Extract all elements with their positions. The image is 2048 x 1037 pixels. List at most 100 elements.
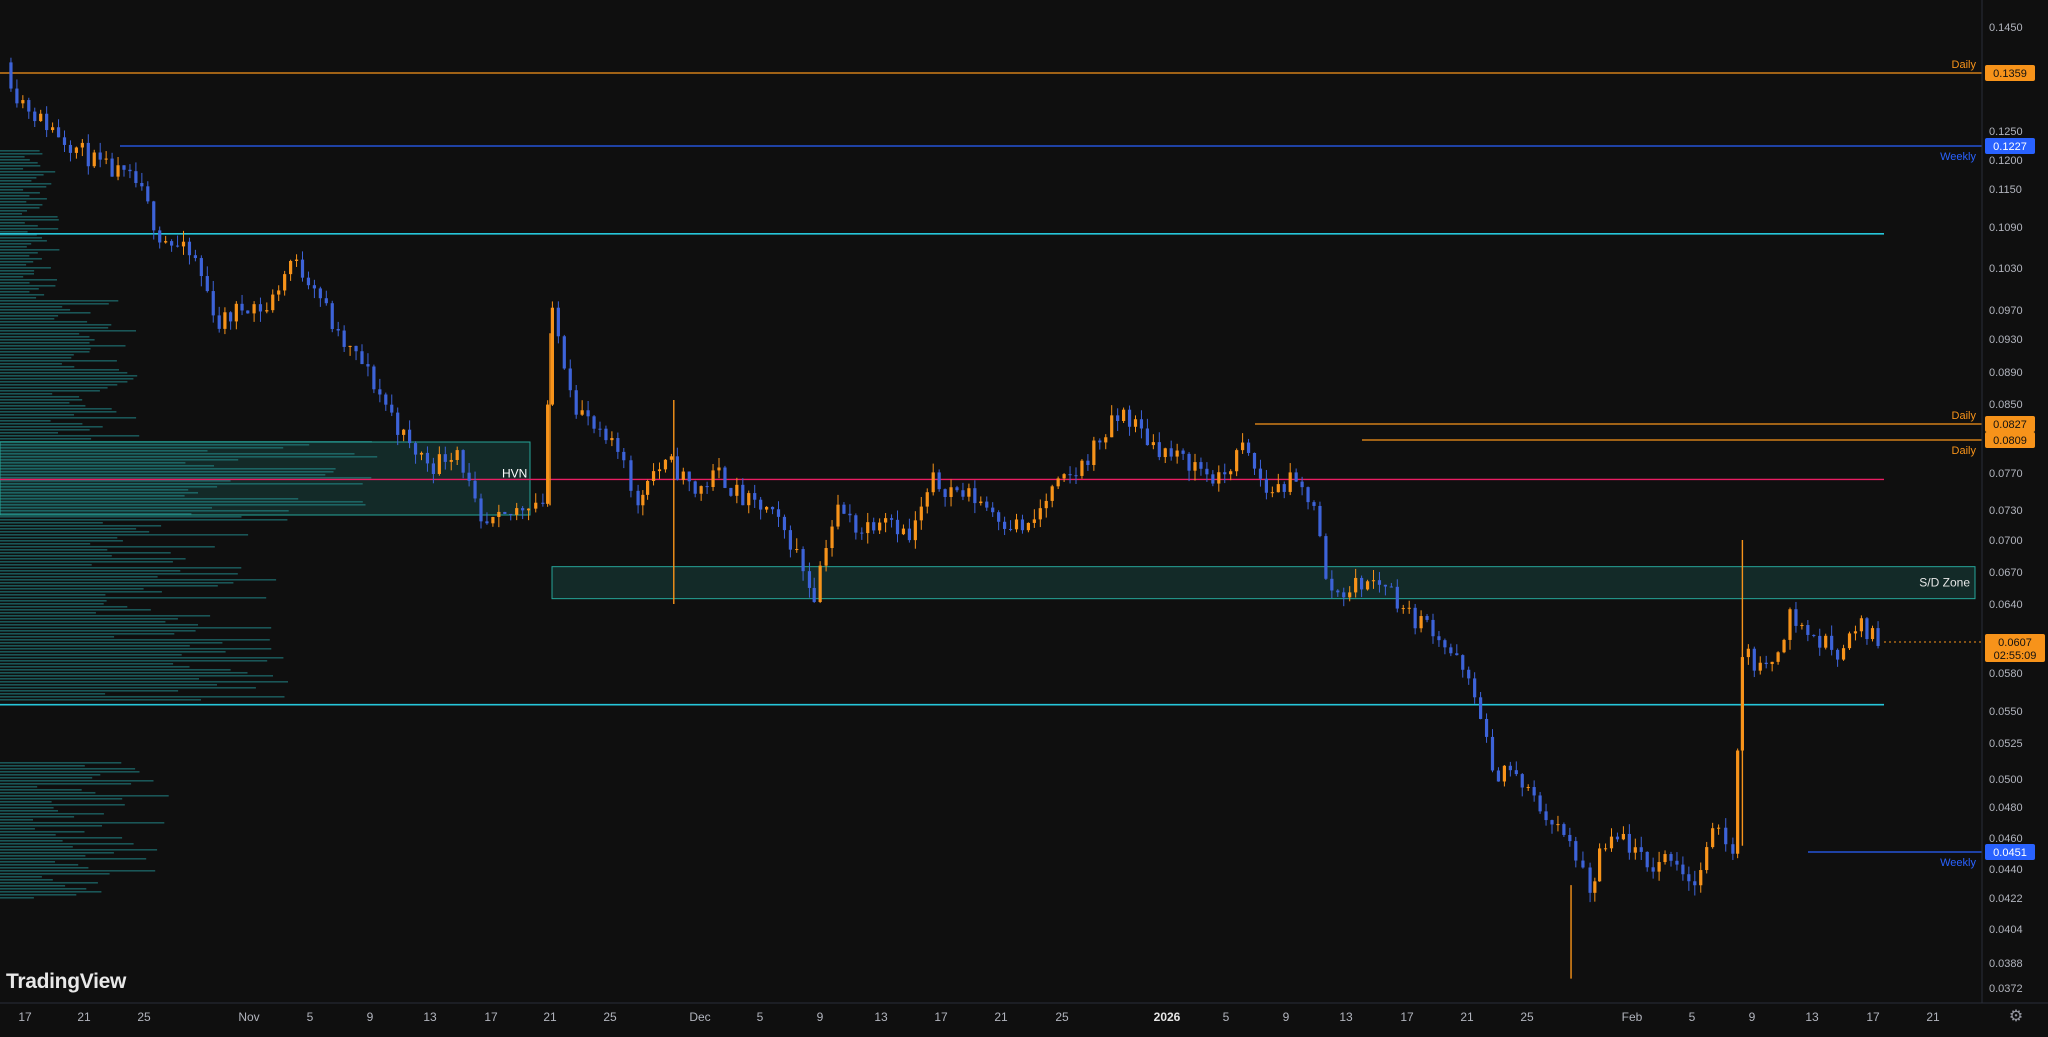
candle-body (74, 147, 78, 153)
candle-body (1217, 472, 1221, 484)
candle-body (384, 394, 388, 405)
volume-bar (0, 531, 150, 533)
candle-body (1514, 770, 1518, 775)
candle-body (735, 484, 739, 496)
volume-bar (0, 270, 35, 272)
candle-body (1133, 419, 1138, 427)
candle-body (1181, 450, 1185, 454)
volume-bar (0, 855, 86, 857)
volume-bar (0, 552, 171, 554)
candle-body (1193, 462, 1197, 471)
volume-bar (0, 237, 42, 239)
volume-bar (0, 561, 173, 563)
gear-icon[interactable]: ⚙ (2006, 1007, 2026, 1027)
volume-bar (0, 378, 134, 380)
candle-body (646, 481, 650, 495)
volume-bar (0, 195, 30, 197)
candle-body (21, 100, 25, 104)
candle-body (1252, 452, 1257, 469)
volume-bar (0, 354, 74, 356)
candle-body (795, 549, 799, 551)
candle-body (1360, 577, 1364, 590)
candle-body (1645, 851, 1649, 868)
candle-body (229, 312, 233, 322)
sd-zone-label: S/D Zone (1919, 576, 1970, 590)
volume-bar (0, 426, 103, 428)
candle-body (949, 487, 953, 498)
candle-body (723, 467, 727, 488)
volume-bar (0, 825, 102, 827)
candle-body (1098, 440, 1102, 443)
candle-body (1639, 847, 1643, 852)
volume-bar (0, 165, 41, 167)
candle-body (15, 88, 19, 104)
volume-bar (0, 243, 32, 245)
candle-body (1246, 442, 1251, 453)
candle-body (283, 274, 287, 291)
time-tick: 5 (757, 1010, 764, 1024)
candle-body (568, 368, 572, 391)
price-tick: 0.0670 (1989, 567, 2023, 579)
candle-body (1717, 827, 1721, 829)
volume-bar (0, 186, 47, 188)
trading-chart[interactable]: S/D Zone HVN Daily Weekly Daily Daily Weekly … (0, 0, 2048, 1032)
candle-body (1235, 450, 1239, 472)
volume-bar (0, 834, 56, 836)
volume-bar (0, 777, 93, 779)
candle-body (318, 288, 322, 299)
volume-bar (0, 414, 74, 416)
volume-bar (0, 342, 90, 344)
candle-body (413, 443, 418, 455)
candle-body (1169, 448, 1173, 457)
volume-bar (0, 432, 58, 434)
volume-bar (0, 618, 178, 620)
candle-body (1736, 750, 1740, 854)
volume-bar (0, 300, 119, 302)
candle-body (1633, 847, 1637, 853)
volume-bar (0, 213, 22, 215)
candle-body (158, 230, 162, 243)
volume-bar (0, 291, 30, 293)
price-tick: 0.0422 (1989, 893, 2023, 905)
candle-body (693, 481, 697, 494)
candle-body (1151, 442, 1155, 446)
candle-body (1865, 618, 1869, 640)
volume-bar (0, 363, 62, 365)
candle-body (277, 290, 281, 295)
candle-body (1086, 460, 1090, 466)
candle-body (534, 502, 538, 509)
candle-body (80, 142, 84, 148)
volume-bar (0, 798, 123, 800)
candle-body (753, 493, 757, 500)
candle-body (1657, 862, 1661, 872)
candle-body (62, 137, 67, 145)
volume-bar (0, 339, 95, 341)
volume-bar (0, 804, 125, 806)
candle-body (610, 438, 614, 441)
candle-body (56, 127, 61, 138)
time-tick: 13 (1805, 1010, 1819, 1024)
volume-bar (0, 774, 101, 776)
candle-body (1794, 609, 1798, 626)
volume-bar (0, 372, 128, 374)
candle-body (265, 310, 269, 312)
candle-body (889, 518, 894, 520)
candle-body (366, 364, 370, 367)
volume-bar (0, 876, 42, 878)
price-tick: 0.1200 (1989, 155, 2023, 167)
candle-body (943, 489, 947, 498)
volume-bar (0, 393, 53, 395)
candle-body (651, 471, 656, 482)
candle-body (1425, 616, 1429, 620)
price-badge-text: 0.0451 (1993, 847, 2027, 859)
volume-bar (0, 870, 156, 872)
time-axis[interactable]: 17 21 25 Nov 5 9 13 17 21 25 Dec 5 9 13 17 21 25 2026 5 9 13… (0, 1002, 2048, 1024)
price-tick: 0.0930 (1989, 334, 2023, 346)
candle-body (45, 113, 49, 131)
candle-body (1211, 474, 1215, 484)
candle-body (1318, 505, 1322, 537)
volume-bar (0, 537, 118, 539)
chart-canvas[interactable]: S/D Zone HVNDailyWeeklyDailyDailyWeekly … (0, 0, 2048, 1032)
volume-bar (0, 366, 75, 368)
candle-body (1044, 500, 1048, 509)
